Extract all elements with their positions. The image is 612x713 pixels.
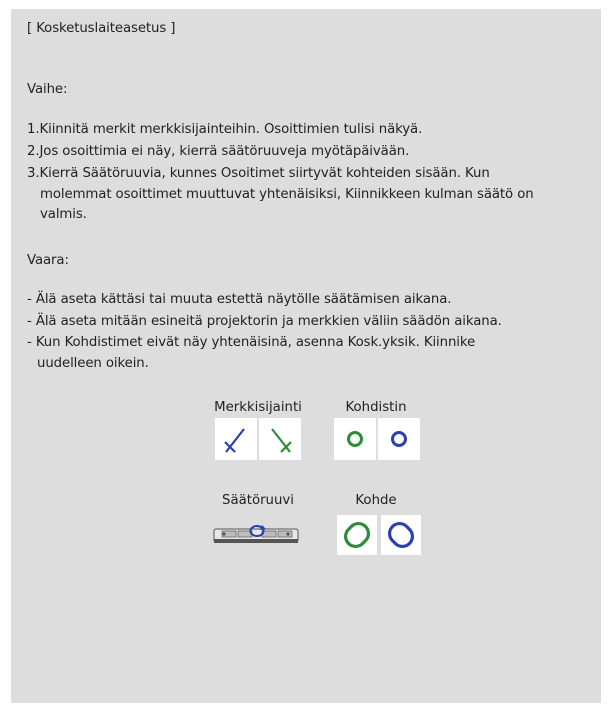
- warning-heading: Vaara:: [27, 253, 69, 268]
- dialog-title: [ Kosketuslaiteasetus ]: [27, 21, 176, 36]
- green-pointer-icon: [347, 431, 363, 447]
- step-3: 3.Kierrä Säätöruuvia, kunnes Osoitimet s…: [27, 166, 490, 181]
- warning-3-continued: uudelleen oikein.: [37, 356, 149, 371]
- adjust-screw-image: [210, 517, 302, 551]
- step-1: 1.Kiinnitä merkit merkkisijainteihin. Os…: [27, 122, 423, 137]
- warning-3: - Kun Kohdistimet eivät näy yhtenäisinä,…: [27, 335, 476, 350]
- step-2: 2.Jos osoittimia ei näy, kierrä säätöruu…: [27, 144, 410, 159]
- blue-marker-icon: [224, 428, 245, 453]
- pointer-blue-tile: [378, 418, 420, 460]
- green-marker-icon: [271, 428, 292, 453]
- step-3-end: valmis.: [40, 207, 87, 222]
- warning-1: - Älä aseta kättäsi tai muuta estettä nä…: [27, 292, 452, 307]
- target-green-tile: [337, 515, 377, 555]
- adjust-screw-icon: [213, 525, 299, 543]
- target-label: Kohde: [355, 493, 397, 508]
- target-blue-tile: [381, 515, 421, 555]
- step-3-continued: molemmat osoittimet muuttuvat yhtenäisik…: [40, 187, 534, 202]
- steps-heading: Vaihe:: [27, 82, 68, 97]
- adjust-screw-label: Säätöruuvi: [222, 493, 294, 508]
- pointer-label: Kohdistin: [345, 400, 407, 415]
- blue-target-icon: [387, 521, 415, 549]
- green-target-icon: [343, 521, 371, 549]
- blue-pointer-icon: [391, 431, 407, 447]
- warning-2: - Älä aseta mitään esineitä projektorin …: [27, 314, 502, 329]
- marker-position-green-tile: [259, 418, 301, 460]
- marker-position-blue-tile: [215, 418, 257, 460]
- marker-position-label: Merkkisijainti: [214, 400, 302, 415]
- touch-setup-panel: [ Kosketuslaiteasetus ] Vaihe: 1.Kiinnit…: [11, 9, 601, 703]
- pointer-green-tile: [334, 418, 376, 460]
